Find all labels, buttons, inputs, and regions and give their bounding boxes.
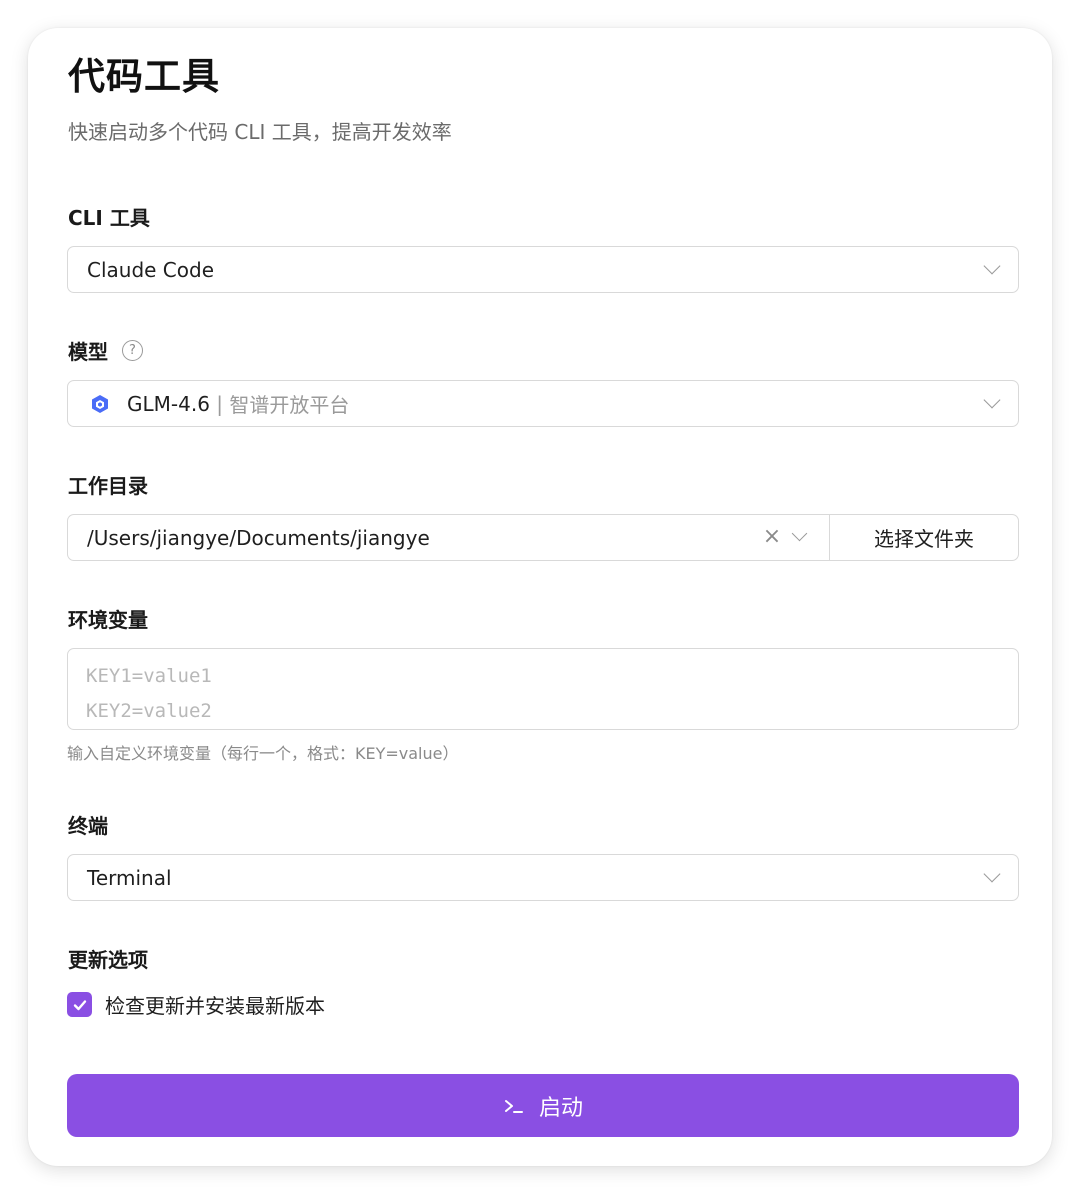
code-tools-panel: 代码工具 快速启动多个代码 CLI 工具，提高开发效率 CLI 工具 Claud…: [28, 28, 1052, 1166]
update-label: 更新选项: [68, 944, 148, 973]
env-label-text: 环境变量: [68, 608, 148, 632]
model-label-text: 模型: [68, 340, 108, 364]
update-checkbox[interactable]: [67, 992, 92, 1017]
page-title: 代码工具: [68, 55, 220, 98]
env-hint: 输入自定义环境变量（每行一个，格式：KEY=value）: [67, 744, 459, 763]
page-subtitle: 快速启动多个代码 CLI 工具，提高开发效率: [68, 120, 452, 144]
cli-tool-value: Claude Code: [87, 257, 215, 282]
close-icon[interactable]: ×: [762, 526, 782, 548]
help-icon[interactable]: ?: [122, 340, 143, 361]
work-dir-value: /Users/jiangye/Documents/jiangye: [87, 525, 430, 550]
work-dir-select[interactable]: /Users/jiangye/Documents/jiangye: [67, 514, 831, 561]
terminal-prompt-icon: [503, 1096, 525, 1116]
model-label: 模型 ?: [68, 336, 143, 365]
env-textarea[interactable]: KEY1=value1 KEY2=value2: [67, 648, 1019, 730]
chevron-down-icon: [983, 391, 1001, 408]
terminal-value: Terminal: [87, 865, 172, 890]
model-provider: 智谱开放平台: [229, 393, 350, 417]
cli-tool-select[interactable]: Claude Code: [67, 246, 1019, 293]
update-label-text: 更新选项: [68, 948, 148, 972]
launch-button[interactable]: 启动: [67, 1074, 1019, 1137]
env-label: 环境变量: [68, 604, 148, 633]
choose-folder-button[interactable]: 选择文件夹: [829, 514, 1019, 561]
chevron-down-icon: [983, 865, 1001, 882]
hexagon-logo-icon: [92, 394, 108, 413]
cli-tool-label-text: CLI 工具: [68, 206, 150, 230]
chevron-down-icon: [983, 257, 1001, 274]
check-icon: [73, 999, 86, 1010]
work-dir-group: /Users/jiangye/Documents/jiangye × 选择文件夹: [67, 514, 1019, 561]
update-checkbox-row[interactable]: 检查更新并安装最新版本: [67, 990, 325, 1019]
work-dir-label: 工作目录: [68, 470, 148, 499]
terminal-select[interactable]: Terminal: [67, 854, 1019, 901]
launch-label: 启动: [538, 1095, 583, 1121]
work-dir-label-text: 工作目录: [68, 474, 148, 498]
terminal-label: 终端: [68, 810, 108, 839]
update-checkbox-label: 检查更新并安装最新版本: [105, 994, 325, 1018]
terminal-label-text: 终端: [68, 814, 108, 838]
model-separator: |: [209, 391, 230, 416]
model-select[interactable]: GLM-4.6 | 智谱开放平台: [67, 380, 1019, 427]
cli-tool-label: CLI 工具: [68, 202, 150, 231]
model-name: GLM-4.6: [127, 391, 210, 416]
